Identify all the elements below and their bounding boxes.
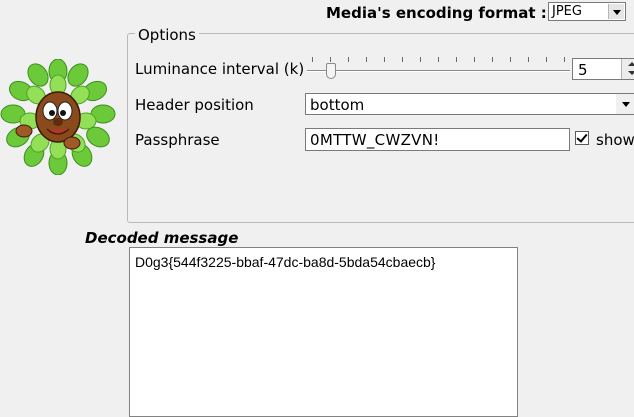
checkmark-icon [576, 131, 588, 143]
chevron-down-icon[interactable] [616, 94, 634, 114]
decoded-message-text: D0g3{544f3225-bbaf-47dc-ba8d-5bda54cbaec… [135, 254, 436, 270]
passphrase-input[interactable]: 0MTTW_CWZVN! [305, 128, 570, 151]
luminance-spinbox[interactable]: 5 [572, 58, 634, 80]
decoded-message-label: Decoded message [85, 229, 239, 247]
header-position-select[interactable]: bottom [305, 93, 634, 115]
options-group-title: Options [135, 26, 199, 44]
show-passphrase-checkbox[interactable] [575, 131, 589, 145]
spin-up-icon[interactable] [628, 62, 634, 66]
encoding-format-select[interactable]: JPEG [548, 2, 626, 21]
passphrase-value: 0MTTW_CWZVN! [310, 131, 440, 149]
spin-down-icon[interactable] [628, 71, 634, 75]
luminance-slider-thumb[interactable] [326, 63, 336, 79]
decoded-message-textarea[interactable]: D0g3{544f3225-bbaf-47dc-ba8d-5bda54cbaec… [129, 247, 518, 417]
spin-buttons[interactable] [621, 59, 634, 79]
chevron-down-icon[interactable] [608, 4, 624, 19]
passphrase-label: Passphrase [135, 131, 220, 149]
header-position-value: bottom [310, 96, 365, 114]
luminance-interval-label: Luminance interval (k) [135, 60, 305, 78]
encoding-format-value: JPEG [552, 4, 582, 19]
header-position-label: Header position [135, 96, 254, 114]
show-passphrase-label: show [596, 131, 634, 149]
luminance-value: 5 [578, 61, 588, 79]
mascot-icon [0, 58, 116, 176]
encoding-format-label: Media's encoding format : [326, 4, 547, 22]
luminance-slider-track[interactable] [307, 70, 570, 72]
